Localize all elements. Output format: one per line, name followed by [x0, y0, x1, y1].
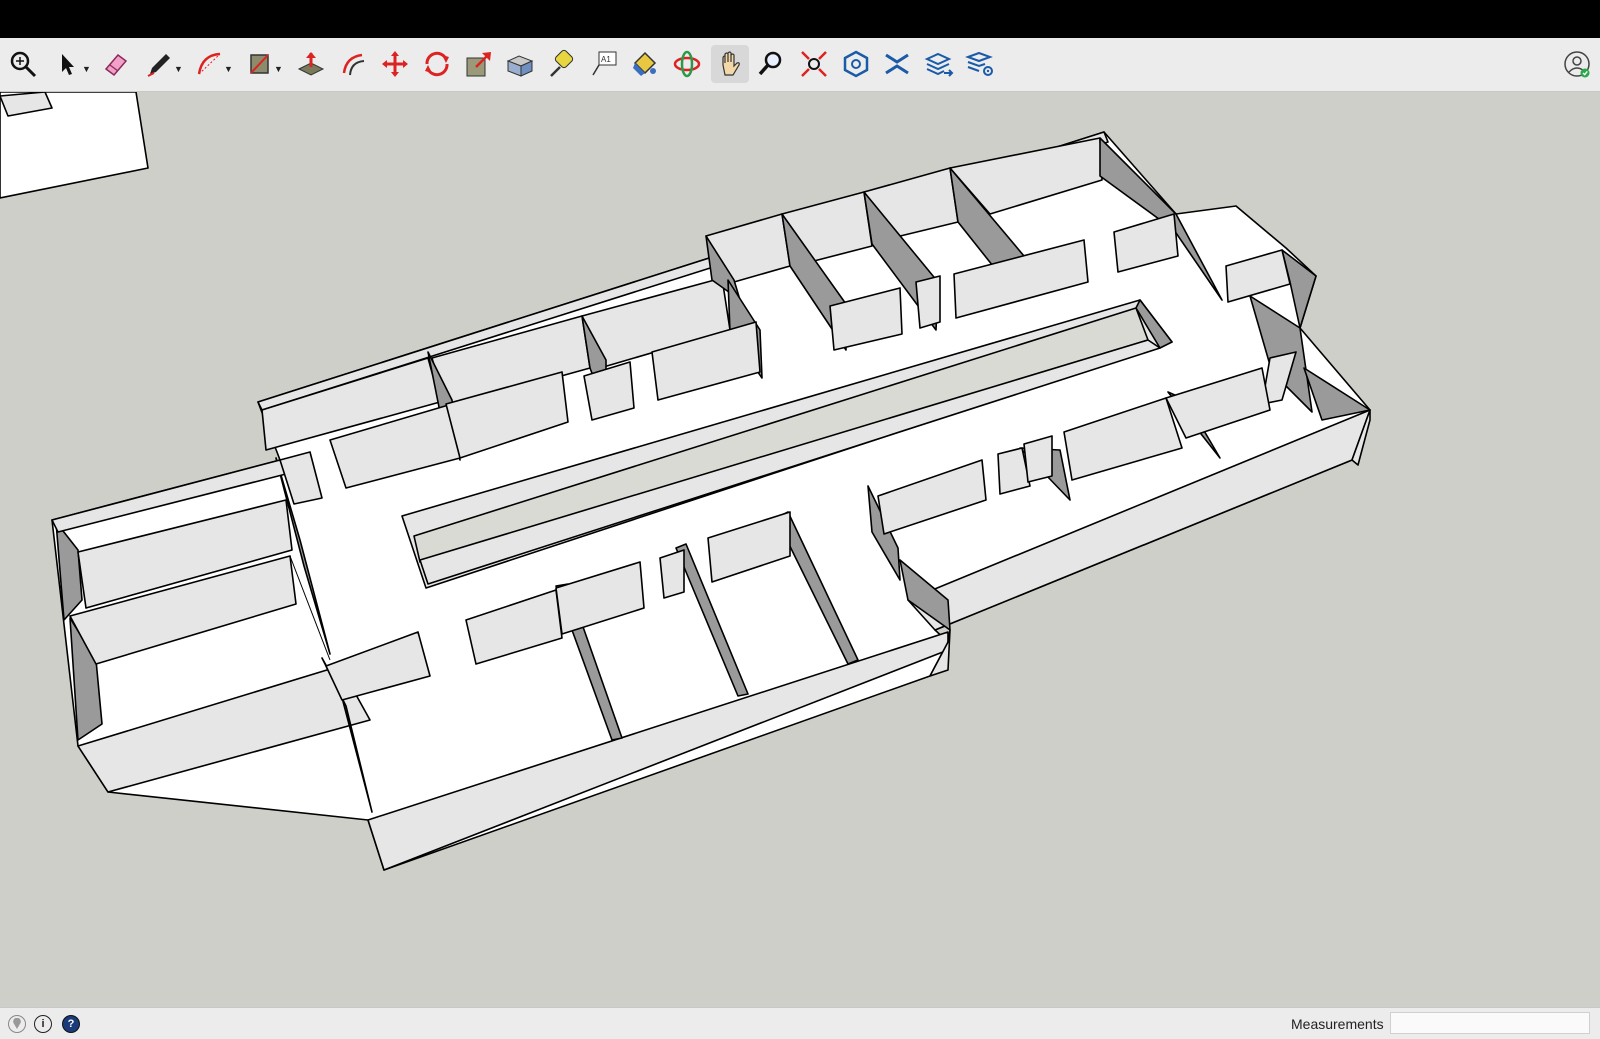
- rectangle-icon: [250, 54, 269, 74]
- rotate-tool-button[interactable]: [418, 45, 456, 83]
- help-question-icon[interactable]: ?: [62, 1015, 80, 1033]
- eraser-tool-button[interactable]: [96, 45, 134, 83]
- account-button[interactable]: [1558, 45, 1596, 83]
- rotate-icon: [425, 51, 449, 77]
- rectangle-tool-button[interactable]: [240, 45, 278, 83]
- text-tool-glyph: A1: [601, 55, 611, 64]
- floor-plan-model: [0, 92, 1371, 871]
- zoom-extents-tool-button[interactable]: [795, 45, 833, 83]
- pan-tool-button[interactable]: [711, 45, 749, 83]
- geo-pin-icon[interactable]: [8, 1015, 26, 1033]
- tape-measure-icon: [550, 49, 574, 77]
- follow-me-tool-button[interactable]: [501, 45, 539, 83]
- extension-warehouse-tool-button[interactable]: [837, 45, 875, 83]
- trimble-connect-tool-button[interactable]: [878, 45, 916, 83]
- user-account-icon: [1564, 51, 1590, 78]
- orbit-tool-button[interactable]: [668, 45, 706, 83]
- pencil-icon: [147, 54, 170, 77]
- orbit-icon: [673, 50, 701, 78]
- arrow-cursor-icon: [62, 54, 74, 75]
- zoom-tool-button[interactable]: [752, 45, 790, 83]
- paint-bucket-tool-button[interactable]: [625, 45, 663, 83]
- window-title-bar: [0, 0, 1600, 38]
- scale-tool-button[interactable]: [460, 45, 498, 83]
- push-pull-icon: [297, 52, 325, 76]
- scale-icon: [466, 52, 491, 77]
- trimble-connect-icon: [885, 53, 909, 75]
- move-arrows-icon: [382, 51, 408, 77]
- zoom-window-tool-button[interactable]: [4, 45, 42, 83]
- measurements-label: Measurements: [1291, 1016, 1384, 1032]
- paint-bucket-icon: [633, 51, 657, 76]
- push-pull-tool-button[interactable]: [292, 45, 330, 83]
- arc-tool-button[interactable]: [190, 45, 228, 83]
- extension-manager-tool-button[interactable]: [961, 45, 999, 83]
- offset-icon: [342, 53, 365, 76]
- measurements-input[interactable]: [1390, 1012, 1590, 1034]
- credits-glyph: i: [41, 1018, 45, 1030]
- arc-tool-dropdown-caret[interactable]: ▼: [224, 64, 233, 74]
- line-tool-dropdown-caret[interactable]: ▼: [174, 64, 183, 74]
- zoom-extents-icon: [801, 51, 827, 77]
- layout-send-tool-button[interactable]: [920, 45, 958, 83]
- select-tool-dropdown-caret[interactable]: ▼: [82, 64, 91, 74]
- move-tool-button[interactable]: [376, 45, 414, 83]
- rectangle-tool-dropdown-caret[interactable]: ▼: [274, 64, 283, 74]
- text-label-icon: A1: [592, 51, 617, 76]
- layers-gear-icon: [965, 51, 993, 76]
- status-bar: i ? Measurements: [0, 1007, 1600, 1039]
- magnifier-icon: [758, 51, 782, 76]
- info-icon[interactable]: i: [34, 1015, 52, 1033]
- follow-me-icon: [506, 55, 534, 77]
- line-tool-button[interactable]: [140, 45, 178, 83]
- arc-icon: [197, 52, 221, 75]
- extension-warehouse-icon: [843, 50, 869, 78]
- select-tool-button[interactable]: [48, 45, 86, 83]
- model-viewport[interactable]: [0, 92, 1600, 1007]
- layers-send-icon: [924, 52, 954, 77]
- tape-measure-tool-button[interactable]: [543, 45, 581, 83]
- hand-icon: [722, 51, 740, 76]
- offset-tool-button[interactable]: [334, 45, 372, 83]
- main-toolbar: ▼ ▼ ▼ ▼ A1: [0, 38, 1600, 92]
- text-tool-button[interactable]: A1: [585, 45, 623, 83]
- help-glyph: ?: [67, 1018, 75, 1030]
- magnifier-plus-icon: [10, 51, 37, 78]
- eraser-icon: [104, 53, 128, 77]
